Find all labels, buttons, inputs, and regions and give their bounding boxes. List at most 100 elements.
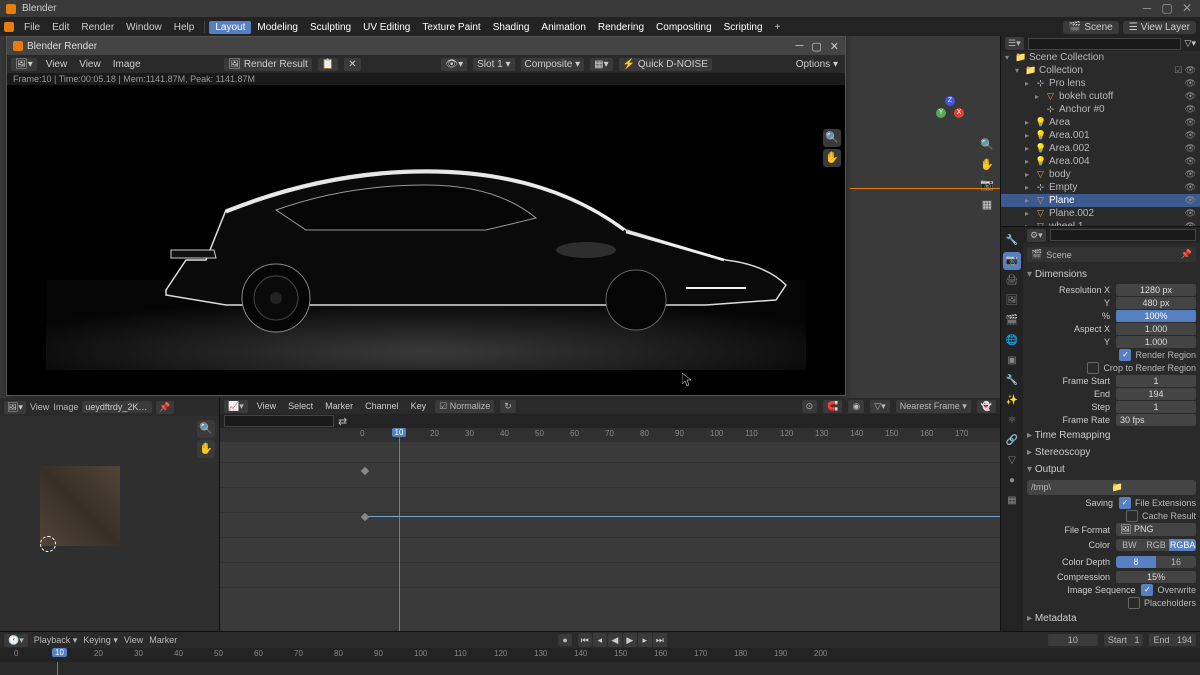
tree-item[interactable]: ▸💡Area👁 [1001,116,1200,129]
tree-item[interactable]: ▸▽Plane👁 [1001,194,1200,207]
normalize-lock-icon[interactable]: ↻ [500,400,516,413]
rc-zoom-icon[interactable]: 🔍 [823,129,841,147]
current-frame-field[interactable]: 10 [1048,634,1098,646]
panel-stereo[interactable]: Stereoscopy [1027,444,1196,461]
timeline-playhead[interactable]: 10 [52,648,67,657]
menu-window[interactable]: Window [120,22,168,33]
jump-prev-button[interactable]: ◂ [593,633,607,647]
play-rev-button[interactable]: ◀ [608,633,622,647]
ptab-viewlayer-icon[interactable]: 🖼 [1003,292,1021,310]
res-pct-field[interactable]: 100% [1116,310,1196,322]
workspace-add[interactable]: + [769,22,787,33]
nearest-frame-selector[interactable]: Nearest Frame ▾ [896,400,971,413]
tl-view[interactable]: View [124,635,143,645]
file-ext-checkbox[interactable]: ✓ [1119,497,1131,509]
output-path-field[interactable]: /tmp\📁 [1027,480,1196,495]
uv-zoom-icon[interactable]: 🔍 [197,420,215,438]
prop-search[interactable] [1050,229,1196,241]
viewport-gizmo[interactable]: X Y Z [930,96,970,136]
tl-playback[interactable]: Playback ▾ [34,635,78,646]
workspace-modeling[interactable]: Modeling [251,22,304,33]
proportional-icon[interactable]: ◉ [848,400,864,413]
color-rgba-button[interactable]: RGBA [1169,539,1196,551]
uv-image[interactable]: Image [53,402,78,412]
uv-editor-type[interactable]: 🖼▾ [4,401,26,414]
render-minimize-button[interactable]: ─ [796,40,804,52]
slot-selector[interactable]: Slot 1 ▾ [473,58,514,71]
workspace-layout[interactable]: Layout [209,21,251,34]
close-button[interactable]: ✕ [1180,2,1194,16]
render-maximize-button[interactable]: ▢ [811,40,821,53]
workspace-compositing[interactable]: Compositing [650,22,718,33]
outliner-tree[interactable]: ▾📁 Scene Collection ▾📁 Collection ☑👁 ▸⊹P… [1001,51,1200,226]
pivot-icon[interactable]: ⊙ [802,400,818,413]
tl-keying[interactable]: Keying ▾ [83,635,118,646]
timeline-ruler[interactable]: 0 10 20 30 40 50 60 70 80 90 100 110 120… [0,648,1200,662]
graph-ruler[interactable]: 0 10 20 30 40 50 60 70 80 90 100 110 120… [220,428,1000,442]
ptab-world-icon[interactable]: 🌐 [1003,332,1021,350]
gh-select[interactable]: Select [285,401,316,411]
ptab-scene-icon[interactable]: 🎬 [1003,312,1021,330]
aspect-y-field[interactable]: 1.000 [1116,336,1196,348]
timeline-type[interactable]: 🕐▾ [4,634,28,647]
ptab-constraint-icon[interactable]: 🔗 [1003,432,1021,450]
maximize-button[interactable]: ▢ [1160,2,1174,16]
timeline-keys[interactable] [0,662,1200,675]
render-result-field[interactable]: 🖼 Render Result [224,58,311,71]
uv-texture-field[interactable]: ueydftrdy_2K_Albed... [82,401,152,413]
ptab-modifier-icon[interactable]: 🔧 [1003,372,1021,390]
gh-view[interactable]: View [254,401,279,411]
ptab-object-icon[interactable]: ▣ [1003,352,1021,370]
overwrite-checkbox[interactable]: ✓ [1141,584,1153,596]
tree-item[interactable]: ▸▽body👁 [1001,168,1200,181]
ptab-output-icon[interactable]: 🖨 [1003,272,1021,290]
vp-zoom-icon[interactable]: 🔍 [978,136,996,154]
workspace-animation[interactable]: Animation [535,22,591,33]
minimize-button[interactable]: ─ [1140,2,1154,16]
uv-pan-icon[interactable]: ✋ [197,440,215,458]
rh-view[interactable]: View [43,59,71,70]
filter-icon[interactable]: ▽▾ [870,400,889,413]
outliner-type[interactable]: ☰▾ [1005,37,1024,50]
tree-item[interactable]: ⊹Anchor #0👁 [1001,103,1200,116]
tl-start-field[interactable]: Start 1 [1104,634,1144,646]
snap-toggle[interactable]: 🧲 [823,400,842,413]
layer-selector[interactable]: Composite ▾ [521,58,585,71]
tree-item[interactable]: ▸💡Area.001👁 [1001,129,1200,142]
uv-view[interactable]: View [30,402,49,412]
render-copy-icon[interactable]: 📋 [318,58,338,71]
tree-item-scene[interactable]: ▾📁 Scene Collection [1001,51,1200,64]
ptab-data-icon[interactable]: ▽ [1003,452,1021,470]
graph-filter-invert-icon[interactable]: ⇄ [338,415,347,428]
rh-image[interactable]: Image [110,59,144,70]
outliner-search[interactable] [1028,38,1181,50]
workspace-rendering[interactable]: Rendering [592,22,650,33]
panel-metadata[interactable]: Metadata [1027,610,1196,627]
render-canvas[interactable]: 🔍 ✋ [7,85,845,395]
depth-16-button[interactable]: 16 [1156,556,1196,568]
crop-region-checkbox[interactable] [1087,362,1099,374]
uv-pin-icon[interactable]: 📌 [156,401,173,414]
placeholders-checkbox[interactable] [1128,597,1140,609]
file-fmt-field[interactable]: 🖼 PNG [1116,523,1196,536]
frame-end-field[interactable]: 194 [1116,388,1196,400]
ptab-material-icon[interactable]: ● [1003,472,1021,490]
workspace-scripting[interactable]: Scripting [718,22,769,33]
render-x-icon[interactable]: ✕ [344,58,360,71]
tree-item[interactable]: ▸▽bokeh cutoff👁 [1001,90,1200,103]
render-region-checkbox[interactable]: ✓ [1119,349,1131,361]
depth-8-button[interactable]: 8 [1116,556,1156,568]
workspace-texturepaint[interactable]: Texture Paint [416,22,486,33]
ptab-render-icon[interactable]: 📷 [1003,252,1021,270]
ptab-particle-icon[interactable]: ✨ [1003,392,1021,410]
frame-start-field[interactable]: 1 [1116,375,1196,387]
graph-search-input[interactable] [224,415,334,427]
gh-key[interactable]: Key [408,401,430,411]
viewlayer-selector[interactable]: ☰View Layer [1123,21,1196,34]
jump-next-button[interactable]: ▸ [638,633,652,647]
play-button[interactable]: ▶ [623,633,637,647]
graph-editor-type[interactable]: 📈▾ [224,400,248,413]
prop-type[interactable]: ⚙▾ [1027,229,1046,242]
rh-options[interactable]: Options ▾ [793,59,841,70]
uv-canvas[interactable]: 🔍 ✋ [0,416,219,631]
